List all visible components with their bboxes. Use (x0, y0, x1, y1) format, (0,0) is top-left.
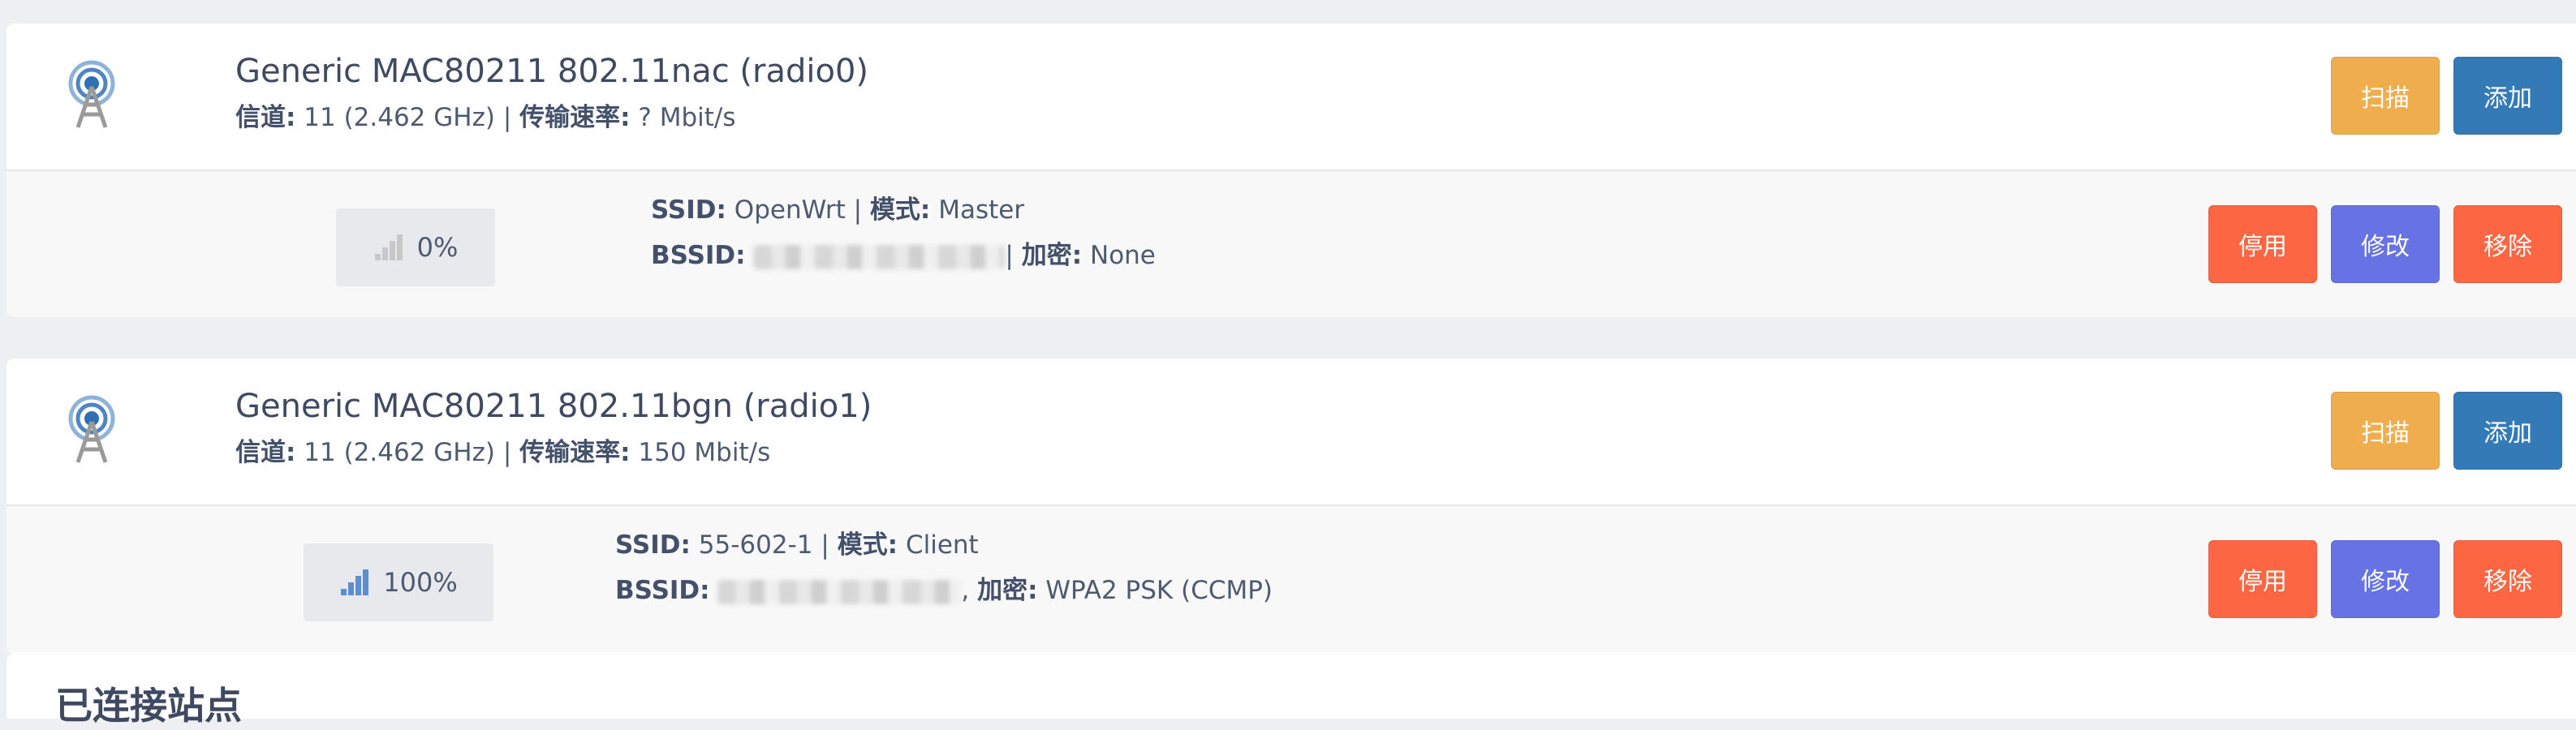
bssid-label: BSSID: (651, 241, 746, 270)
edit-button[interactable]: 修改 (2331, 540, 2440, 618)
separator: , (961, 576, 970, 605)
disable-button[interactable]: 停用 (2208, 540, 2317, 618)
rate-label: 传输速率: (519, 438, 631, 467)
interface-info: SSID: 55-602-1 | 模式: Client BSSID: , 加密:… (615, 522, 1273, 613)
rate-label: 传输速率: (519, 103, 631, 132)
bssid-redacted (717, 579, 962, 604)
separator: | (502, 103, 512, 132)
device-row-radio0: Generic MAC80211 802.11nac (radio0) 信道: … (6, 24, 2576, 171)
device-title: Generic MAC80211 802.11nac (radio0) (235, 53, 869, 90)
encryption-value: None (1090, 241, 1156, 270)
radio-antenna-icon (68, 395, 115, 463)
bssid-label: BSSID: (615, 576, 710, 605)
ssid-label: SSID: (615, 530, 691, 560)
ssid-value: 55-602-1 (698, 530, 813, 560)
disable-button[interactable]: 停用 (2208, 205, 2317, 283)
interface-row-radio1: 100% SSID: 55-602-1 | 模式: Client BSSID: … (6, 506, 2576, 652)
signal-badge: 100% (304, 543, 493, 621)
encryption-label: 加密: (977, 576, 1038, 605)
mode-value: Master (938, 195, 1025, 225)
add-button[interactable]: 添加 (2453, 57, 2562, 135)
signal-strength-icon (374, 234, 403, 260)
separator: | (1005, 241, 1014, 270)
mode-value: Client (905, 530, 979, 560)
interface-row-radio0: 0% SSID: OpenWrt | 模式: Master BSSID: | 加… (6, 171, 2576, 317)
connected-stations-card: 已连接站点 (6, 654, 2576, 728)
add-button[interactable]: 添加 (2453, 392, 2562, 470)
scan-button[interactable]: 扫描 (2331, 57, 2440, 135)
signal-percent: 100% (383, 567, 458, 598)
encryption-value: WPA2 PSK (CCMP) (1045, 576, 1273, 605)
bssid-redacted (753, 244, 1006, 269)
scan-button[interactable]: 扫描 (2331, 392, 2440, 470)
rate-value: 150 Mbit/s (638, 438, 771, 467)
ssid-value: OpenWrt (734, 195, 846, 225)
wireless-device-card-radio1: Generic MAC80211 802.11bgn (radio1) 信道: … (6, 359, 2576, 654)
device-title: Generic MAC80211 802.11bgn (radio1) (235, 388, 872, 425)
device-info: 信道: 11 (2.462 GHz) | 传输速率: ? Mbit/s (235, 97, 736, 133)
signal-badge: 0% (336, 208, 495, 286)
device-info: 信道: 11 (2.462 GHz) | 传输速率: 150 Mbit/s (235, 432, 770, 468)
channel-value: 11 (2.462 GHz) (304, 438, 495, 467)
rate-value: ? Mbit/s (638, 103, 736, 132)
signal-strength-icon (341, 569, 369, 595)
edit-button[interactable]: 修改 (2331, 205, 2440, 283)
interface-info: SSID: OpenWrt | 模式: Master BSSID: | 加密: … (651, 187, 1156, 278)
channel-label: 信道: (235, 438, 296, 467)
radio-antenna-icon (68, 60, 115, 128)
mode-label: 模式: (869, 195, 931, 225)
mode-label: 模式: (837, 530, 898, 560)
separator: | (821, 530, 829, 560)
section-title: 已连接站点 (55, 684, 242, 728)
remove-button[interactable]: 移除 (2453, 205, 2562, 283)
separator: | (853, 195, 863, 225)
wireless-device-card-radio0: Generic MAC80211 802.11nac (radio0) 信道: … (6, 24, 2576, 317)
ssid-label: SSID: (651, 195, 726, 225)
channel-label: 信道: (235, 103, 296, 132)
device-row-radio1: Generic MAC80211 802.11bgn (radio1) 信道: … (6, 359, 2576, 506)
separator: | (502, 438, 512, 467)
signal-percent: 0% (416, 232, 459, 263)
remove-button[interactable]: 移除 (2453, 540, 2562, 618)
channel-value: 11 (2.462 GHz) (304, 103, 495, 132)
encryption-label: 加密: (1021, 241, 1083, 270)
